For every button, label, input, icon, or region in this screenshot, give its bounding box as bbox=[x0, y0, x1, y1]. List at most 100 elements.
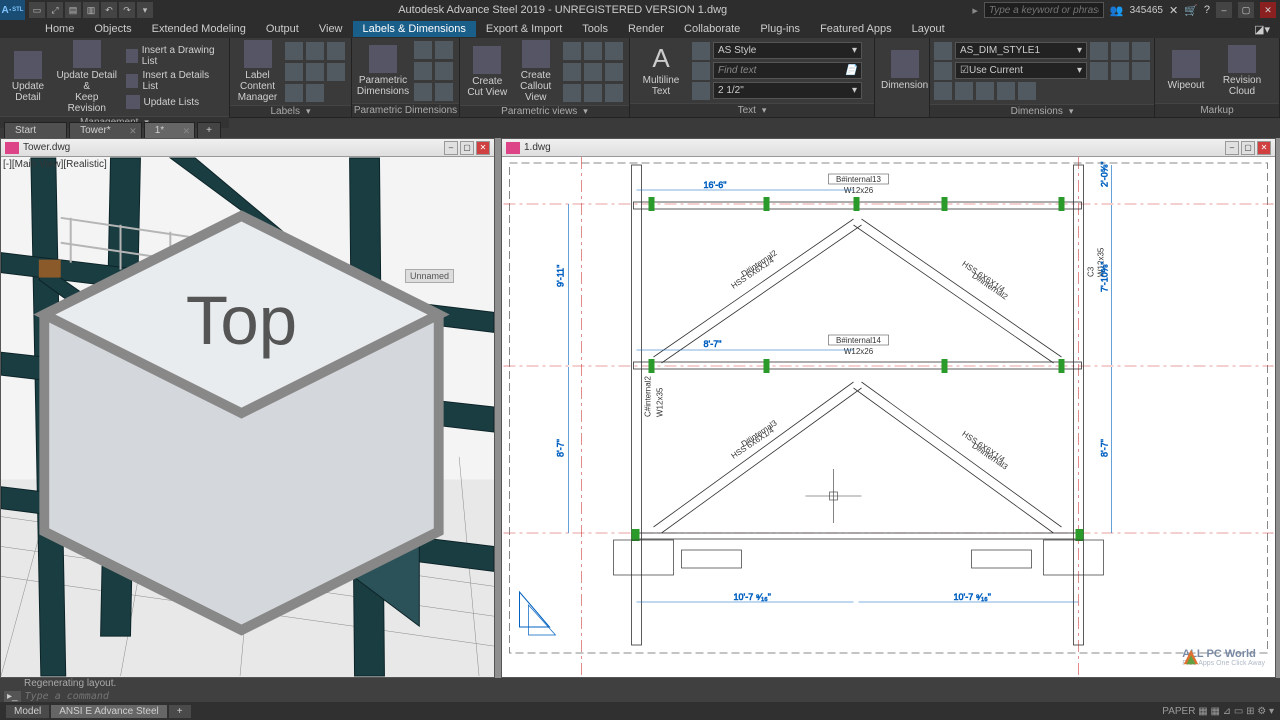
view-tool-icon[interactable] bbox=[605, 63, 623, 81]
tab-labels-dimensions[interactable]: Labels & Dimensions bbox=[353, 21, 476, 37]
view-tool-icon[interactable] bbox=[605, 42, 623, 60]
pane-min-icon[interactable]: – bbox=[1225, 141, 1239, 155]
dim-tool-icon[interactable] bbox=[997, 82, 1015, 100]
find-text-input[interactable]: Find text📄 bbox=[713, 62, 862, 79]
panel-labels[interactable]: Labels bbox=[230, 105, 351, 117]
dim-tool-icon[interactable] bbox=[414, 41, 432, 59]
ribbon-collapse-icon[interactable]: ◪▾ bbox=[1244, 21, 1280, 38]
update-lists-button[interactable]: Update Lists bbox=[124, 94, 223, 110]
tab-output[interactable]: Output bbox=[256, 21, 309, 37]
tab-view[interactable]: View bbox=[309, 21, 353, 37]
tab-objects[interactable]: Objects bbox=[84, 21, 141, 37]
help-icon[interactable]: ? bbox=[1204, 4, 1210, 16]
pane-min-icon[interactable]: – bbox=[444, 141, 458, 155]
text-style-dropdown[interactable]: AS Style▾ bbox=[713, 42, 862, 59]
tab-render[interactable]: Render bbox=[618, 21, 674, 37]
panel-text[interactable]: Text bbox=[630, 103, 874, 117]
dim-tool-icon[interactable] bbox=[435, 62, 453, 80]
use-current-dropdown[interactable]: ☑ Use Current▾ bbox=[955, 62, 1087, 79]
doctab-start[interactable]: Start bbox=[4, 122, 67, 138]
find-icon[interactable] bbox=[692, 62, 710, 80]
qat-saveas-icon[interactable]: ▥ bbox=[83, 2, 99, 18]
doctab-add[interactable]: + bbox=[197, 122, 221, 138]
insert-details-list-button[interactable]: Insert a Details List bbox=[124, 69, 223, 93]
dim-tool-icon[interactable] bbox=[976, 82, 994, 100]
create-callout-view-button[interactable]: Create Callout View bbox=[515, 40, 558, 103]
tab-export-import[interactable]: Export & Import bbox=[476, 21, 572, 37]
dim-tool-icon[interactable] bbox=[1018, 82, 1036, 100]
tab-featured-apps[interactable]: Featured Apps bbox=[810, 21, 902, 37]
tab-collaborate[interactable]: Collaborate bbox=[674, 21, 750, 37]
view-tool-icon[interactable] bbox=[563, 63, 581, 81]
tab-model[interactable]: Model bbox=[6, 705, 49, 718]
pane-title-2d[interactable]: 1.dwg – ▢ ✕ bbox=[502, 139, 1275, 157]
label-tool-icon[interactable] bbox=[285, 63, 303, 81]
close-button[interactable]: ✕ bbox=[1260, 2, 1276, 18]
dim-style-icon[interactable] bbox=[934, 42, 952, 60]
view-tool-icon[interactable] bbox=[563, 84, 581, 102]
dim-tool-icon[interactable] bbox=[414, 83, 432, 101]
label-tool-icon[interactable] bbox=[306, 63, 324, 81]
panel-param-views[interactable]: Parametric views bbox=[460, 105, 629, 117]
view-tool-icon[interactable] bbox=[563, 42, 581, 60]
pane-close-icon[interactable]: ✕ bbox=[1257, 141, 1271, 155]
tab-layout[interactable]: Layout bbox=[902, 21, 955, 37]
dim-opt-icon[interactable] bbox=[1090, 62, 1108, 80]
label-tool-icon[interactable] bbox=[306, 84, 324, 102]
label-tool-icon[interactable] bbox=[306, 42, 324, 60]
tab-home[interactable]: Home bbox=[35, 21, 84, 37]
panel-dimensions[interactable]: Dimensions bbox=[930, 104, 1154, 117]
label-tool-icon[interactable] bbox=[285, 42, 303, 60]
maximize-button[interactable]: ▢ bbox=[1238, 2, 1254, 18]
signin-icon[interactable]: 👥 bbox=[1110, 4, 1124, 17]
tab-add-layout[interactable]: + bbox=[169, 705, 191, 718]
dim-opt-icon[interactable] bbox=[1111, 62, 1129, 80]
qat-new-icon[interactable]: ▭ bbox=[29, 2, 45, 18]
view-tool-icon[interactable] bbox=[584, 84, 602, 102]
insert-drawing-list-button[interactable]: Insert a Drawing List bbox=[124, 44, 223, 68]
tab-layout-ansi[interactable]: ANSI E Advance Steel bbox=[51, 705, 167, 718]
dim-opt-icon[interactable] bbox=[1111, 42, 1129, 60]
qat-redo-icon[interactable]: ↷ bbox=[119, 2, 135, 18]
qat-save-icon[interactable]: ▤ bbox=[65, 2, 81, 18]
pane-close-icon[interactable]: ✕ bbox=[476, 141, 490, 155]
multiline-text-button[interactable]: AMultiline Text bbox=[636, 45, 686, 97]
text-height-icon[interactable] bbox=[692, 82, 710, 100]
dim-tool-icon[interactable] bbox=[435, 41, 453, 59]
tab-ext-modeling[interactable]: Extended Modeling bbox=[142, 21, 256, 37]
update-detail-button[interactable]: Update Detail bbox=[6, 51, 50, 103]
status-paper[interactable]: PAPER ▦ ▦ ⊿ ▭ ⊞ ⚙ ▾ bbox=[1162, 706, 1274, 717]
dim-tool-icon[interactable] bbox=[435, 83, 453, 101]
label-tool-icon[interactable] bbox=[285, 84, 303, 102]
text-height-dropdown[interactable]: 2 1/2"▾ bbox=[713, 82, 862, 99]
update-keep-revision-button[interactable]: Update Detail & Keep Revision bbox=[56, 40, 118, 114]
create-cut-view-button[interactable]: Create Cut View bbox=[466, 46, 509, 98]
pane-title-3d[interactable]: Tower.dwg – ▢ ✕ bbox=[1, 139, 494, 157]
qat-undo-icon[interactable]: ↶ bbox=[101, 2, 117, 18]
dim-opt-icon[interactable] bbox=[1132, 62, 1150, 80]
viewport-3d[interactable]: [-][Main View][Realistic] bbox=[1, 157, 494, 677]
dim-style-dropdown[interactable]: AS_DIM_STYLE1▾ bbox=[955, 42, 1087, 59]
viewcube-menu[interactable]: Unnamed bbox=[405, 269, 454, 283]
dim-tool-icon[interactable] bbox=[955, 82, 973, 100]
qat-open-icon[interactable]: ⤢ bbox=[47, 2, 63, 18]
use-current-icon[interactable] bbox=[934, 62, 952, 80]
close-icon[interactable]: ✕ bbox=[129, 126, 137, 137]
dimension-button[interactable]: Dimension bbox=[881, 50, 928, 91]
dim-tool-icon[interactable] bbox=[414, 62, 432, 80]
dim-opt-icon[interactable] bbox=[1132, 42, 1150, 60]
app-store-icon[interactable]: 🛒 bbox=[1184, 4, 1198, 17]
view-tool-icon[interactable] bbox=[584, 42, 602, 60]
qat-more-icon[interactable]: ▾ bbox=[137, 2, 153, 18]
app-logo[interactable]: A·STL bbox=[0, 0, 25, 20]
view-tool-icon[interactable] bbox=[605, 84, 623, 102]
dim-linear-icon[interactable] bbox=[934, 82, 952, 100]
keyword-search[interactable] bbox=[984, 2, 1104, 18]
viewport-2d[interactable]: B#internal13 W12x26 B#internal14 W12x26 … bbox=[502, 157, 1275, 677]
label-content-manager-button[interactable]: Label Content Manager bbox=[236, 40, 279, 103]
revision-cloud-button[interactable]: Revision Cloud bbox=[1217, 45, 1267, 97]
cmd-toggle-icon[interactable]: ▸_ bbox=[4, 691, 21, 702]
label-tool-icon[interactable] bbox=[327, 63, 345, 81]
label-tool-icon[interactable] bbox=[327, 42, 345, 60]
command-input[interactable] bbox=[25, 691, 1276, 702]
